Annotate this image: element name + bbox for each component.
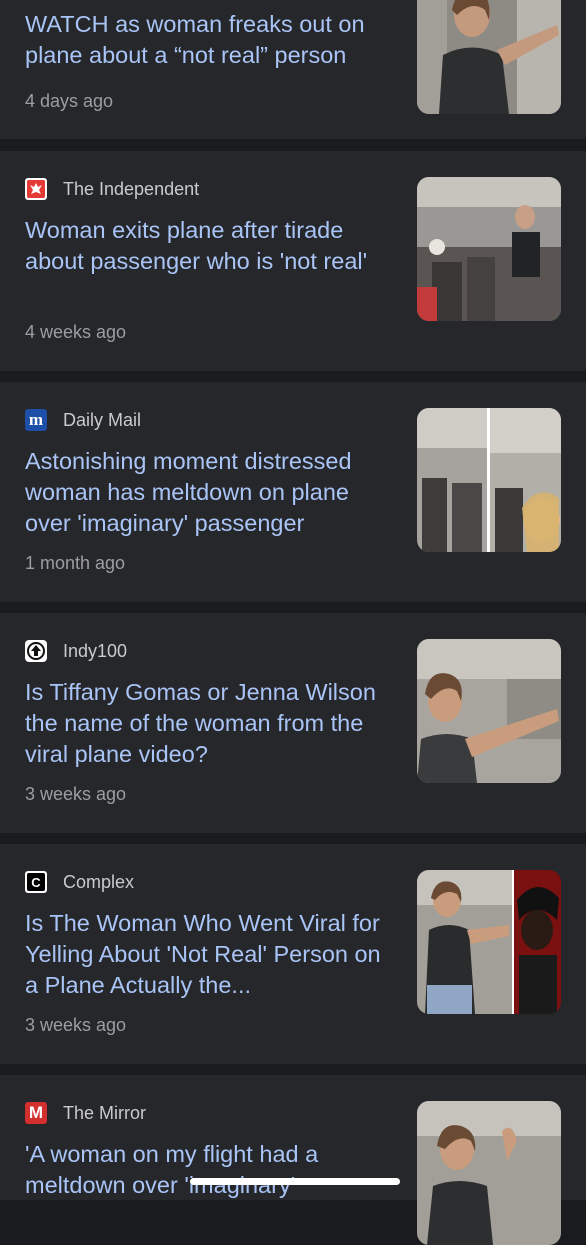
indy100-logo-icon: [25, 640, 47, 662]
complex-logo-icon: C: [25, 871, 47, 893]
article-card[interactable]: C Complex Is The Woman Who Went Viral fo…: [0, 844, 586, 1064]
mirror-glyph: M: [28, 1103, 44, 1122]
article-timestamp: 3 weeks ago: [25, 784, 127, 804]
article-headline[interactable]: Astonishing moment distressed woman has …: [25, 446, 400, 539]
article-thumbnail[interactable]: [417, 870, 561, 1014]
mirror-logo-icon: M: [25, 1102, 47, 1124]
article-thumbnail[interactable]: [417, 1101, 561, 1245]
article-source: The Independent: [25, 178, 199, 200]
article-timestamp: 4 weeks ago: [25, 322, 127, 342]
article-headline[interactable]: Woman exits plane after tirade about pas…: [25, 215, 400, 277]
article-headline[interactable]: Is Tiffany Gomas or Jenna Wilson the nam…: [25, 677, 400, 770]
article-source: m Daily Mail: [25, 409, 141, 431]
eagle-logo-icon: [25, 178, 47, 200]
home-indicator[interactable]: [190, 1178, 400, 1185]
article-card[interactable]: The Independent Woman exits plane after …: [0, 151, 586, 371]
source-name: Daily Mail: [63, 409, 142, 430]
article-timestamp: 1 month ago: [25, 553, 126, 573]
article-thumbnail[interactable]: [417, 408, 561, 552]
article-source: C Complex: [25, 871, 134, 893]
article-headline[interactable]: 'A woman on my flight had a meltdown ove…: [25, 1139, 400, 1201]
article-source: Indy100: [25, 640, 127, 662]
source-name: The Independent: [63, 178, 200, 199]
article-thumbnail[interactable]: [417, 177, 561, 321]
article-thumbnail[interactable]: [417, 639, 561, 783]
article-headline[interactable]: Is The Woman Who Went Viral for Yelling …: [25, 908, 400, 1001]
article-timestamp: 4 days ago: [25, 91, 114, 111]
source-name: Complex: [63, 871, 135, 892]
article-timestamp: 3 weeks ago: [25, 1015, 127, 1035]
complex-glyph: C: [31, 874, 41, 890]
article-headline[interactable]: WATCH as woman freaks out on plane about…: [25, 9, 400, 71]
article-card[interactable]: WATCH as woman freaks out on plane about…: [0, 0, 586, 139]
source-name: Indy100: [63, 640, 128, 661]
source-name: The Mirror: [63, 1102, 147, 1123]
article-source: M The Mirror: [25, 1102, 146, 1124]
article-thumbnail[interactable]: [417, 0, 561, 114]
article-card[interactable]: Indy100 Is Tiffany Gomas or Jenna Wilson…: [0, 613, 586, 833]
daily-mail-glyph: m: [28, 410, 44, 429]
article-card[interactable]: m Daily Mail Astonishing moment distress…: [0, 382, 586, 602]
daily-mail-logo-icon: m: [25, 409, 47, 431]
